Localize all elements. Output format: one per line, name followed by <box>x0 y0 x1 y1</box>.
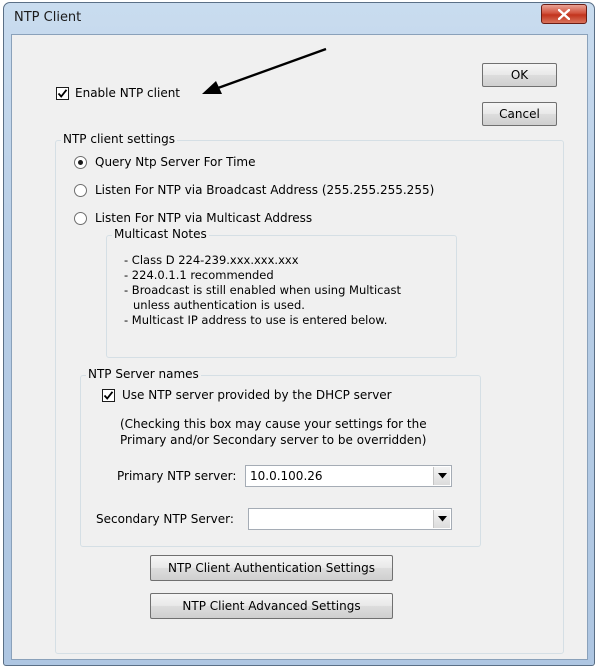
checkmark-icon <box>103 390 114 400</box>
radio-button[interactable] <box>74 155 87 169</box>
primary-ntp-server-select[interactable]: 10.0.100.26 <box>245 465 452 487</box>
dialog-window: NTP Client Enable NTP client OK Cancel N… <box>3 2 595 666</box>
radio-query-server[interactable]: Query Ntp Server For Time <box>74 155 256 169</box>
close-button[interactable] <box>541 4 587 24</box>
radio-broadcast-label: Listen For NTP via Broadcast Address (25… <box>95 183 435 197</box>
arrow-annotation <box>202 47 327 94</box>
enable-ntp-label: Enable NTP client <box>75 86 181 100</box>
radio-multicast[interactable]: Listen For NTP via Multicast Address <box>74 211 312 225</box>
radio-button[interactable] <box>74 183 87 197</box>
cancel-button[interactable]: Cancel <box>482 102 557 126</box>
primary-ntp-server-value: 10.0.100.26 <box>250 469 323 483</box>
enable-ntp-row: Enable NTP client <box>56 86 180 100</box>
close-icon <box>558 8 570 20</box>
multicast-note-line: - Class D 224-239.xxx.xxx.xxx <box>124 253 299 267</box>
chevron-down-icon <box>437 516 447 522</box>
dhcp-note-line-1: (Checking this box may cause your settin… <box>120 417 427 431</box>
checkmark-icon <box>57 88 68 98</box>
title-bar[interactable]: NTP Client <box>4 3 594 33</box>
dhcp-server-label: Use NTP server provided by the DHCP serv… <box>122 388 392 402</box>
dhcp-server-checkbox[interactable] <box>102 388 115 402</box>
multicast-note-line: - Broadcast is still enabled when using … <box>124 283 402 297</box>
multicast-note-line: - 224.0.1.1 recommended <box>124 268 274 282</box>
auth-settings-button[interactable]: NTP Client Authentication Settings <box>150 555 393 581</box>
radio-broadcast[interactable]: Listen For NTP via Broadcast Address (25… <box>74 183 434 197</box>
window-title: NTP Client <box>14 10 82 25</box>
multicast-notes-label: Multicast Notes <box>112 227 209 241</box>
dropdown-button[interactable] <box>433 510 450 528</box>
radio-query-server-label: Query Ntp Server For Time <box>95 155 256 169</box>
dhcp-note-line-2: Primary and/or Secondary server to be ov… <box>120 433 427 447</box>
dropdown-button[interactable] <box>433 467 450 485</box>
enable-ntp-checkbox[interactable] <box>56 86 69 100</box>
dialog-body: Enable NTP client OK Cancel NTP client s… <box>11 34 588 660</box>
multicast-note-line: - Multicast IP address to use is entered… <box>124 313 388 327</box>
ok-button[interactable]: OK <box>482 63 557 87</box>
primary-ntp-server-label: Primary NTP server: <box>117 469 237 483</box>
ntp-server-names-label: NTP Server names <box>86 367 201 381</box>
dhcp-server-row: Use NTP server provided by the DHCP serv… <box>102 388 392 402</box>
secondary-ntp-server-select[interactable] <box>248 508 452 530</box>
chevron-down-icon <box>437 473 447 479</box>
ntp-client-settings-label: NTP client settings <box>61 132 177 146</box>
secondary-ntp-server-label: Secondary NTP Server: <box>96 512 234 526</box>
radio-dot <box>78 159 83 165</box>
advanced-settings-button[interactable]: NTP Client Advanced Settings <box>150 593 393 619</box>
radio-button[interactable] <box>74 211 87 225</box>
multicast-note-line: unless authentication is used. <box>133 298 305 312</box>
radio-multicast-label: Listen For NTP via Multicast Address <box>95 211 313 225</box>
